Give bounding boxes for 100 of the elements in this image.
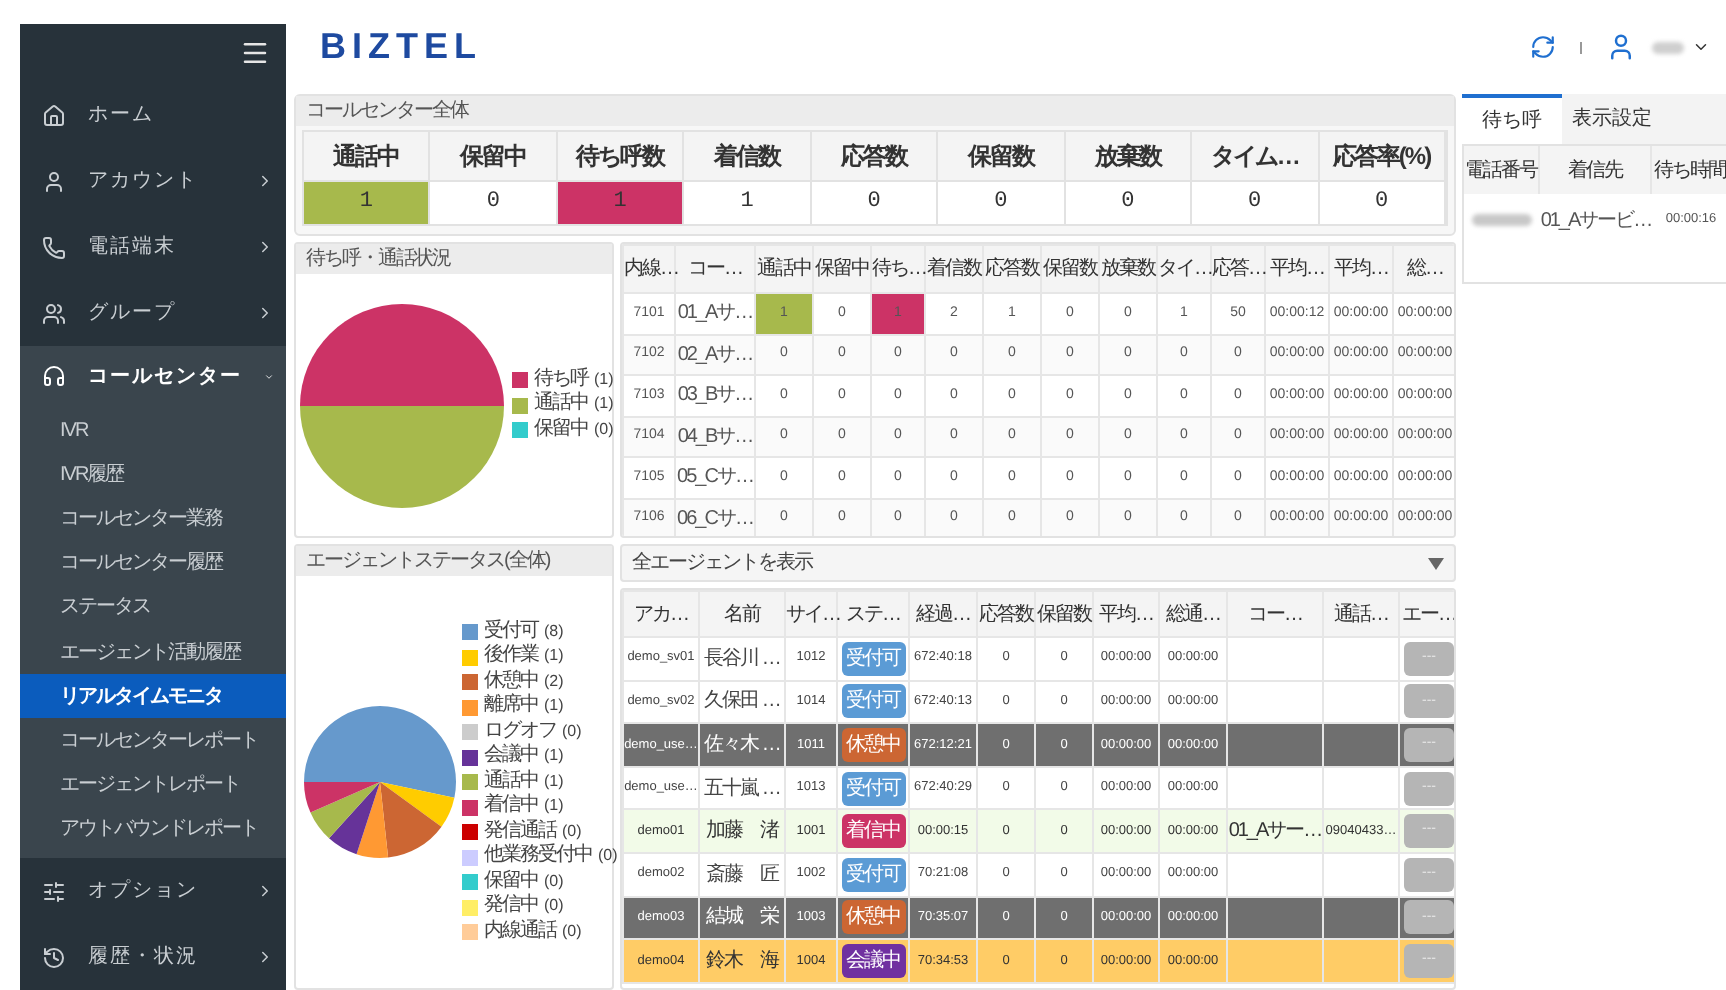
- nav-subitem[interactable]: エージェント活動履歴: [20, 630, 286, 675]
- chevron-right-icon: [256, 304, 274, 323]
- agent-filter-dropdown[interactable]: 全エージェントを表示: [620, 544, 1456, 582]
- user-icon[interactable]: [1606, 32, 1636, 62]
- legend-label: 休憩中: [484, 671, 538, 693]
- column-header: 放棄数: [1065, 132, 1193, 180]
- nav-label: グループ: [88, 299, 178, 329]
- nav-item[interactable]: コールセンター: [20, 346, 286, 407]
- legend-count: (2): [544, 671, 564, 693]
- nav-label: オプション: [88, 877, 200, 906]
- status-badge: 受付可: [841, 684, 905, 719]
- clock-icon: [42, 945, 66, 969]
- legend-count: (0): [562, 721, 582, 743]
- summary-value: 1: [304, 180, 431, 224]
- nav-label: 履歴・状況: [88, 943, 200, 972]
- table-cell: 鈴木 海: [699, 939, 785, 983]
- nav-subitem[interactable]: リアルタイムモニタ: [20, 674, 286, 719]
- legend-label: 通話中: [534, 394, 588, 416]
- nav-subitem[interactable]: コールセンターレポート: [20, 718, 286, 764]
- column-header: 応答数: [811, 132, 939, 180]
- blurred-username: [1652, 41, 1684, 53]
- nav-label: 電話端末: [88, 233, 178, 263]
- status-badge: 休憩中: [841, 900, 905, 935]
- nav-label: コールセンター: [88, 363, 242, 392]
- person-icon: [42, 169, 66, 194]
- legend-label: 保留中: [534, 419, 588, 441]
- blurred-number: [1472, 214, 1532, 226]
- legend-label: 他業務受付中: [484, 846, 592, 868]
- nav-item[interactable]: オプション: [20, 858, 286, 924]
- legend-count: (0): [598, 846, 618, 868]
- nav-subitem[interactable]: コールセンター履歴: [20, 541, 286, 586]
- legend-count: (0): [594, 419, 614, 441]
- nav-label: ホーム: [88, 102, 156, 131]
- column-header: タイム…: [1192, 132, 1320, 180]
- status-badge: 着信中: [841, 814, 905, 849]
- legend-count: (8): [544, 621, 564, 643]
- legend-label: ログオフ: [484, 721, 556, 743]
- column-header: 電話番号: [1464, 146, 1540, 194]
- legend-label: 待ち呼: [534, 369, 588, 391]
- chevron-right-icon: [256, 172, 274, 191]
- legend-count: (0): [544, 896, 564, 918]
- legend-label: 保留中: [484, 871, 538, 893]
- sliders-icon: [42, 879, 66, 903]
- legend-label: 通話中: [484, 771, 538, 793]
- table-cell-text: 01_Aサービ…: [1540, 207, 1652, 235]
- summary-value: 0: [1192, 180, 1320, 224]
- nav-item[interactable]: ホーム: [20, 82, 286, 149]
- summary-value: 1: [684, 180, 812, 224]
- dropdown-value: 全エージェントを表示: [632, 549, 812, 578]
- chevron-right-icon: [256, 238, 274, 257]
- legend-count: (1): [544, 771, 564, 793]
- legend-count: (1): [544, 646, 564, 668]
- column-header: 保留数: [938, 132, 1066, 180]
- column-header: 内線…: [623, 245, 675, 293]
- status-badge: 受付可: [841, 857, 905, 892]
- panel-title: 待ち呼・通話状況: [296, 244, 612, 274]
- nav-item[interactable]: アカウント: [20, 148, 286, 215]
- nav-subitem[interactable]: IVR: [20, 408, 286, 453]
- column-header: 応答率(%): [1319, 132, 1446, 180]
- nav-subitem[interactable]: IVR履歴: [20, 452, 286, 497]
- nav-subitem[interactable]: エージェントレポート: [20, 763, 286, 808]
- column-header: 通話中: [304, 132, 431, 180]
- summary-value: 0: [1065, 180, 1193, 224]
- nav-item[interactable]: 電話端末: [20, 214, 286, 281]
- column-header: 着信先: [1540, 146, 1652, 194]
- table-cell: 佐々木 …: [699, 723, 785, 767]
- legend-count: (1): [544, 746, 564, 768]
- legend-label: 離席中: [484, 696, 538, 718]
- legend-label: 内線通話: [484, 921, 556, 943]
- column-header: 待ち時間: [1652, 146, 1726, 194]
- legend-count: (1): [594, 369, 614, 391]
- logo: BIZTEL: [320, 24, 482, 70]
- legend-label: 受付可: [484, 621, 538, 643]
- panel-title: エージェントステータス(全体): [296, 546, 612, 576]
- people-icon: [42, 301, 66, 326]
- column-header: 待ち呼数: [557, 132, 685, 180]
- legend-label: 着信中: [484, 796, 538, 818]
- nav-item[interactable]: グループ: [20, 280, 286, 347]
- column-header: アカ…: [623, 591, 699, 637]
- table-cell: 05_Cサ…: [675, 457, 755, 498]
- legend-count: (1): [544, 796, 564, 818]
- legend-label: 発信通話: [484, 821, 556, 843]
- nav-subitem[interactable]: コールセンター業務: [20, 497, 286, 542]
- table-cell: 03_Bサ…: [675, 375, 755, 416]
- nav-subitem[interactable]: ステータス: [20, 585, 286, 631]
- table-cell: 01_Aサー…: [1227, 809, 1323, 853]
- legend-count: (1): [544, 696, 564, 718]
- nav-item[interactable]: 履歴・状況: [20, 924, 286, 990]
- chevron-down-icon[interactable]: [1692, 38, 1710, 56]
- table-cell: 加藤 渚: [699, 809, 785, 853]
- refresh-icon[interactable]: [1530, 34, 1556, 60]
- tab[interactable]: 待ち呼: [1462, 94, 1562, 144]
- nav-subitem[interactable]: アウトバウンドレポート: [20, 807, 286, 852]
- nav-label: アカウント: [88, 168, 200, 197]
- menu-icon[interactable]: [240, 38, 270, 69]
- chevron-right-icon: [256, 882, 274, 900]
- column-header: 保留中: [430, 132, 558, 180]
- headset-icon: [42, 364, 66, 389]
- table-cell: 斎藤 匠: [699, 852, 785, 897]
- legend-count: (0): [544, 871, 564, 893]
